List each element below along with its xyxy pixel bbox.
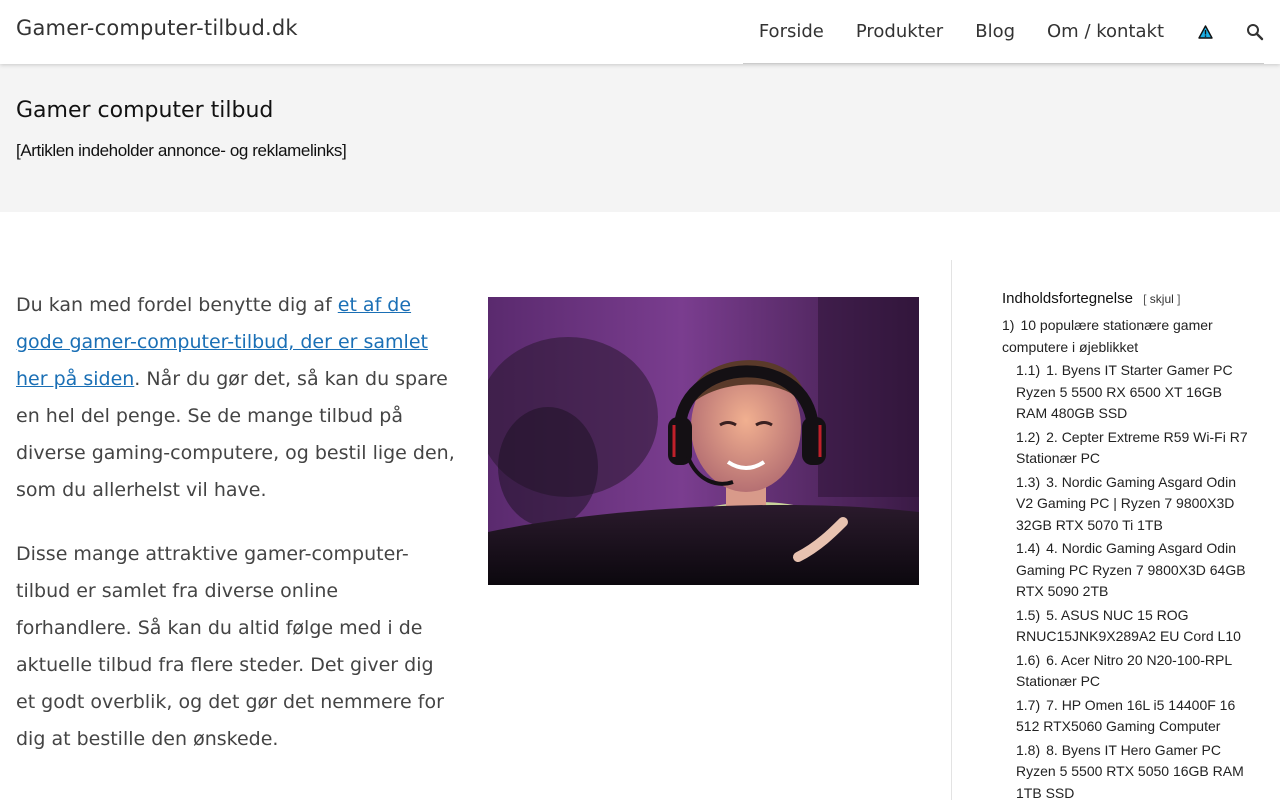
toc-item-number: 1.6) bbox=[1016, 651, 1041, 668]
sidebar-divider bbox=[951, 260, 952, 800]
toc-item-label[interactable]: 5. ASUS NUC 15 ROG RNUC15JNK9X289A2 EU C… bbox=[1016, 607, 1241, 645]
toc-item[interactable]: 1.2) 2. Cepter Extreme R59 Wi-Fi R7 Stati… bbox=[1002, 427, 1252, 470]
toc-item-number: 1.2) bbox=[1016, 428, 1041, 445]
toc-item-number: 1.3) bbox=[1016, 473, 1041, 490]
toc-item[interactable]: 1.7) 7. HP Omen 16L i5 14400F 16 512 RTX5… bbox=[1002, 695, 1252, 738]
nav-om-kontakt[interactable]: Om / kontakt bbox=[1047, 21, 1164, 42]
toc-item-label[interactable]: 6. Acer Nitro 20 N20-100-RPL Stationær P… bbox=[1016, 652, 1232, 690]
toc-item-number: 1.4) bbox=[1016, 540, 1041, 556]
toc-toggle-close: ] bbox=[1177, 292, 1181, 306]
toc-header: Indholdsfortegnelse [ skjul ] bbox=[1002, 290, 1252, 307]
main-nav: Forside Produkter Blog Om / kontakt bbox=[742, 0, 1264, 64]
toc-item[interactable]: 1.3) 3. Nordic Gaming Asgard Odin V2 Gami… bbox=[1002, 472, 1252, 537]
nav-produkter[interactable]: Produkter bbox=[856, 21, 943, 42]
toc-item-label[interactable]: 2. Cepter Extreme R59 Wi-Fi R7 Stationær… bbox=[1016, 429, 1248, 467]
toc-item-number: 1.7) bbox=[1016, 696, 1041, 713]
intro-paragraph: Du kan med fordel benytte dig af et af d… bbox=[16, 287, 456, 509]
toc-item-label[interactable]: 7. HP Omen 16L i5 14400F 16 512 RTX5060 … bbox=[1016, 697, 1235, 735]
toc-item[interactable]: 1.4) 4. Nordic Gaming Asgard Odin Gaming … bbox=[1002, 538, 1252, 603]
toc-item-label[interactable]: 4. Nordic Gaming Asgard Odin Gaming PC R… bbox=[1016, 540, 1246, 599]
toc-toggle-label[interactable]: skjul bbox=[1150, 292, 1174, 306]
intro-text-start: Du kan med fordel benytte dig af bbox=[16, 294, 338, 316]
table-of-contents: Indholdsfortegnelse [ skjul ] 1) 10 popul… bbox=[1002, 290, 1252, 806]
toc-item[interactable]: 1.1) 1. Byens IT Starter Gamer PC Ryzen 5… bbox=[1002, 360, 1252, 425]
toc-item[interactable]: 1) 10 populære stationære gamer computere… bbox=[1002, 315, 1252, 358]
toc-item-number: 1.1) bbox=[1016, 362, 1041, 378]
toc-title: Indholdsfortegnelse bbox=[1002, 290, 1133, 307]
toc-toggle-open: [ bbox=[1143, 292, 1147, 306]
title-band: Gamer computer tilbud [Artiklen indehold… bbox=[0, 64, 1280, 212]
toc-item-number: 1.5) bbox=[1016, 606, 1041, 623]
search-icon[interactable] bbox=[1246, 23, 1264, 41]
site-title[interactable]: Gamer-computer-tilbud.dk bbox=[16, 16, 298, 40]
toc-list: 1) 10 populære stationære gamer computere… bbox=[1002, 315, 1252, 804]
toc-item-label[interactable]: 3. Nordic Gaming Asgard Odin V2 Gaming P… bbox=[1016, 474, 1236, 533]
page-title: Gamer computer tilbud bbox=[16, 98, 274, 123]
toc-item[interactable]: 1.6) 6. Acer Nitro 20 N20-100-RPL Station… bbox=[1002, 650, 1252, 693]
second-paragraph: Disse mange attraktive gamer-computer-ti… bbox=[16, 543, 444, 750]
toc-item-number: 1.8) bbox=[1016, 741, 1041, 758]
warning-icon[interactable] bbox=[1196, 23, 1214, 41]
ad-disclaimer: [Artiklen indeholder annonce- og reklame… bbox=[16, 141, 347, 160]
nav-forside[interactable]: Forside bbox=[759, 21, 824, 42]
gamer-headset-photo bbox=[488, 297, 919, 585]
toc-item[interactable]: 1.8) 8. Byens IT Hero Gamer PC Ryzen 5 55… bbox=[1002, 740, 1252, 805]
article-body: Du kan med fordel benytte dig af et af d… bbox=[16, 287, 456, 785]
toc-toggle[interactable]: [ skjul ] bbox=[1143, 292, 1180, 306]
toc-item-number: 1) bbox=[1002, 317, 1015, 333]
toc-item-label[interactable]: 10 populære stationære gamer computere i… bbox=[1002, 317, 1213, 355]
site-header: Gamer-computer-tilbud.dk Forside Produkt… bbox=[0, 0, 1280, 64]
toc-item[interactable]: 1.5) 5. ASUS NUC 15 ROG RNUC15JNK9X289A2 … bbox=[1002, 605, 1252, 648]
toc-item-label[interactable]: 1. Byens IT Starter Gamer PC Ryzen 5 550… bbox=[1016, 362, 1233, 421]
toc-item-label[interactable]: 8. Byens IT Hero Gamer PC Ryzen 5 5500 R… bbox=[1016, 742, 1244, 801]
nav-blog[interactable]: Blog bbox=[975, 21, 1015, 42]
